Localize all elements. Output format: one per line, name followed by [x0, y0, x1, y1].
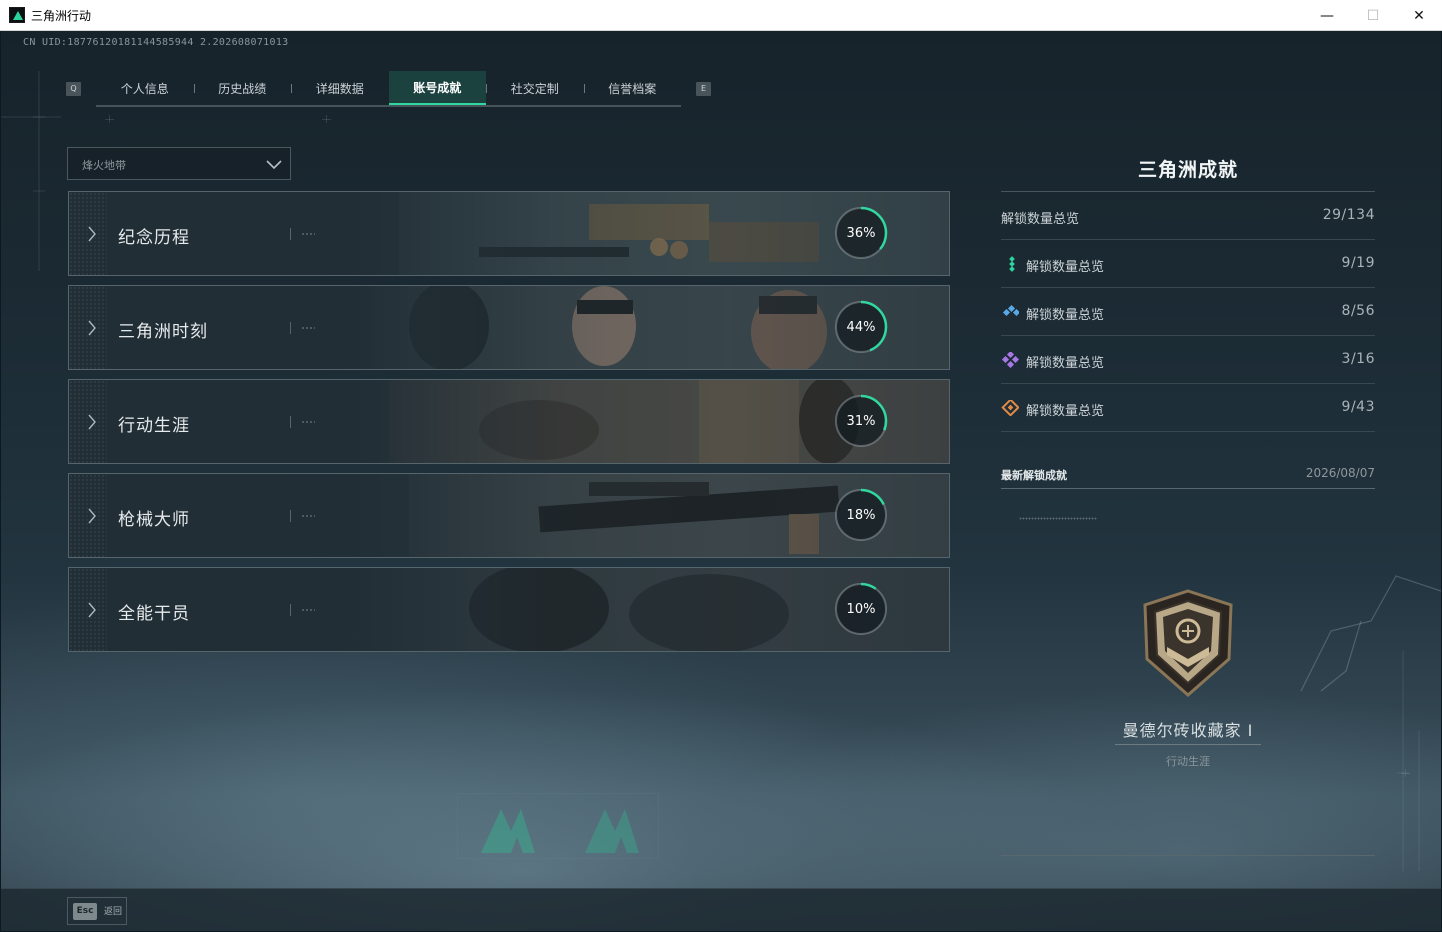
summary-tier-row: 解锁数量总览 8/56: [1001, 288, 1375, 336]
summary-tier-value: 9/43: [1341, 399, 1375, 415]
summary-tier-row: 解锁数量总览 3/16: [1001, 336, 1375, 384]
progress-percent: 31%: [846, 413, 876, 429]
faint-decoration: [1019, 517, 1097, 520]
tab-achievements[interactable]: 账号成就: [388, 71, 486, 105]
chevron-down-icon: [266, 160, 282, 170]
bottom-bar: [1, 888, 1441, 931]
tab-detailed-stats[interactable]: 详细数据: [291, 71, 389, 105]
chevron-right-icon: [88, 226, 96, 242]
window-title: 三角洲行动: [31, 9, 92, 23]
progress-ring: 10%: [833, 581, 889, 637]
progress-percent: 18%: [846, 507, 876, 523]
progress-ring: 36%: [833, 205, 889, 261]
delta-logo-icon: [585, 809, 639, 853]
summary-total-label: 解锁数量总览: [1001, 212, 1080, 227]
tab-prev-key[interactable]: Q: [66, 82, 81, 96]
progress-ring: 31%: [833, 393, 889, 449]
game-viewport: CN UID:18776120181144585944 2.2026080710…: [1, 31, 1441, 931]
blue-tier-icon: [1002, 304, 1019, 317]
progress-ring: 18%: [833, 487, 889, 543]
achievement-category-row[interactable]: 全能干员 10%: [68, 567, 950, 652]
latest-achievement-category: 行动生涯: [1166, 755, 1210, 768]
summary-total-row: 解锁数量总览 29/134: [1001, 192, 1375, 240]
summary-tier-value: 3/16: [1341, 351, 1375, 367]
summary-total-value: 29/134: [1322, 207, 1375, 223]
achievement-badge-icon[interactable]: [1139, 589, 1237, 699]
badge-underline: [1115, 744, 1261, 745]
category-name: 全能干员: [118, 604, 190, 624]
tab-next-key[interactable]: E: [696, 82, 711, 96]
summary-tier-label: 解锁数量总览: [1026, 356, 1105, 371]
category-name: 行动生涯: [118, 416, 190, 436]
summary-title: 三角洲成就: [1137, 159, 1238, 181]
latest-achievement-date: 2026/08/07: [1305, 466, 1375, 480]
latest-divider: [1001, 488, 1375, 489]
purple-tier-icon: [1001, 352, 1019, 368]
chevron-right-icon: [88, 320, 96, 336]
category-name: 枪械大师: [118, 510, 190, 530]
mode-select-value: 烽火地带: [82, 159, 126, 172]
latest-achievement-name: 曼德尔砖收藏家 Ⅰ: [1122, 721, 1254, 740]
progress-percent: 44%: [846, 319, 876, 335]
window-titlebar: 三角洲行动 — ☐ ✕: [0, 0, 1442, 31]
category-name: 三角洲时刻: [118, 322, 208, 342]
achievement-category-row[interactable]: 三角洲时刻 44%: [68, 285, 950, 370]
close-button[interactable]: ✕: [1396, 0, 1442, 31]
back-label: 返回: [104, 907, 123, 917]
maximize-button[interactable]: ☐: [1350, 0, 1396, 31]
orange-tier-icon: [1001, 400, 1019, 416]
summary-tier-row: 解锁数量总览 9/19: [1001, 240, 1375, 288]
summary-tier-row: 解锁数量总览 9/43: [1001, 384, 1375, 432]
summary-tier-value: 8/56: [1341, 303, 1375, 319]
tab-credit-record[interactable]: 信誉档案: [583, 71, 682, 105]
tab-personal-info[interactable]: 个人信息: [96, 71, 194, 105]
minimize-button[interactable]: —: [1304, 0, 1350, 31]
latest-achievement-label: 最新解锁成就: [1001, 469, 1067, 482]
progress-percent: 10%: [846, 601, 876, 617]
category-name: 纪念历程: [118, 228, 190, 248]
tab-social-custom[interactable]: 社交定制: [486, 71, 584, 105]
achievement-category-row[interactable]: 纪念历程 36%: [68, 191, 950, 276]
chevron-right-icon: [88, 602, 96, 618]
tab-bar: 个人信息 历史战绩 详细数据 账号成就 社交定制 信誉档案: [96, 71, 681, 107]
delta-logo-icon: [481, 809, 535, 853]
achievement-category-row[interactable]: 行动生涯 31%: [68, 379, 950, 464]
summary-tier-label: 解锁数量总览: [1026, 404, 1105, 419]
achievement-category-row[interactable]: 枪械大师 18%: [68, 473, 950, 558]
app-logo-icon: [9, 7, 25, 23]
summary-tier-value: 9/19: [1341, 255, 1375, 271]
summary-tier-label: 解锁数量总览: [1026, 260, 1105, 275]
chevron-right-icon: [88, 414, 96, 430]
panel-bottom-divider: [1001, 855, 1375, 856]
player-uid: CN UID:18776120181144585944 2.2026080710…: [23, 37, 289, 48]
summary-tier-label: 解锁数量总览: [1026, 308, 1105, 323]
progress-percent: 36%: [846, 225, 876, 241]
tab-match-history[interactable]: 历史战绩: [193, 71, 292, 105]
mode-select-dropdown[interactable]: 烽火地带: [67, 147, 291, 180]
esc-key-icon: Esc: [73, 903, 97, 920]
chevron-right-icon: [88, 508, 96, 524]
green-tier-icon: [1009, 256, 1015, 272]
progress-ring: 44%: [833, 299, 889, 355]
